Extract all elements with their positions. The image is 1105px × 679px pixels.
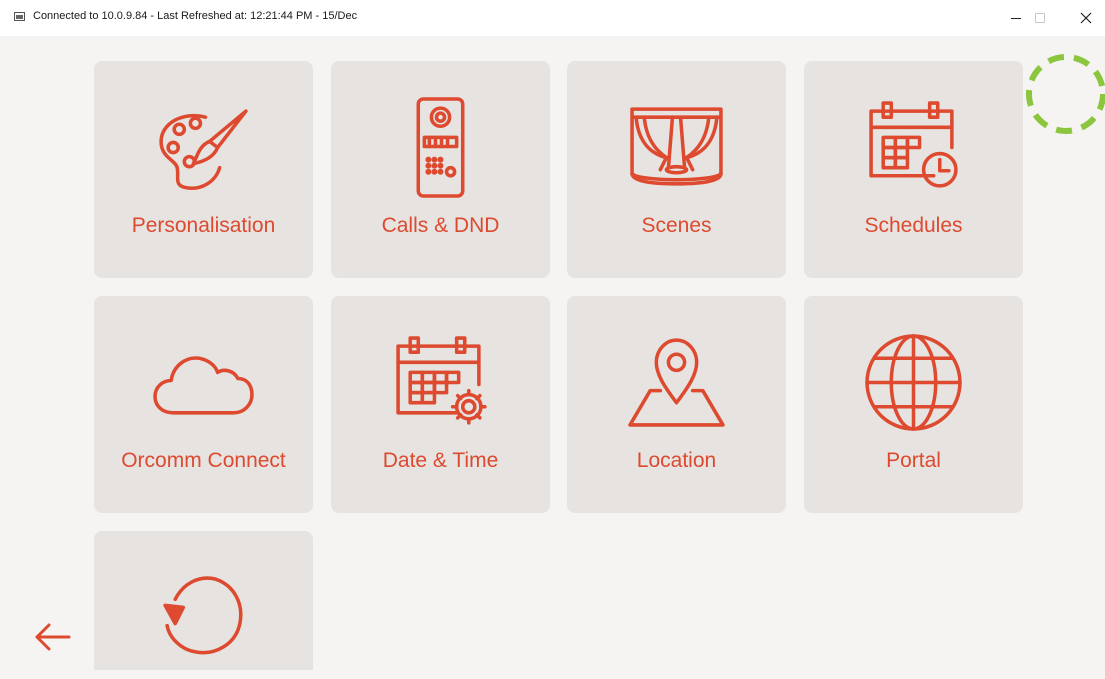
title-bar: Connected to 10.0.9.84 - Last Refreshed … bbox=[0, 0, 1105, 36]
tile-label: Personalisation bbox=[131, 214, 276, 237]
orcomm-connect-tile[interactable]: Orcomm Connect bbox=[94, 296, 313, 513]
calls-dnd-tile[interactable]: Calls & DND bbox=[331, 61, 550, 278]
intercom-icon bbox=[416, 97, 465, 198]
arrow-left-icon[interactable] bbox=[33, 620, 73, 654]
map-pin-icon bbox=[628, 338, 725, 427]
calendar-gear-icon bbox=[396, 336, 487, 425]
cloud-icon bbox=[153, 356, 254, 415]
close-button[interactable] bbox=[1063, 0, 1105, 36]
reset-icon bbox=[163, 576, 243, 655]
tile-label: Schedules bbox=[864, 214, 963, 237]
reset-tile[interactable] bbox=[94, 531, 313, 670]
tile-label: Calls & DND bbox=[381, 214, 500, 237]
close-icon bbox=[1080, 12, 1092, 24]
portal-tile[interactable]: Portal bbox=[804, 296, 1023, 513]
tile-label: Date & Time bbox=[382, 449, 499, 472]
date-time-tile[interactable]: Date & Time bbox=[331, 296, 550, 513]
location-tile[interactable]: Location bbox=[567, 296, 786, 513]
personalisation-tile[interactable]: Personalisation bbox=[94, 61, 313, 278]
calendar-clock-icon bbox=[869, 101, 958, 188]
tile-label: Orcomm Connect bbox=[121, 449, 286, 472]
maximize-icon bbox=[1035, 13, 1045, 23]
window-title: Connected to 10.0.9.84 - Last Refreshed … bbox=[33, 10, 358, 22]
maximize-button[interactable] bbox=[1017, 0, 1063, 36]
loading-spinner-icon bbox=[1026, 54, 1105, 134]
tile-label: Portal bbox=[886, 449, 941, 472]
globe-icon bbox=[865, 334, 962, 431]
tile-label: Scenes bbox=[641, 214, 712, 237]
scenes-tile[interactable]: Scenes bbox=[567, 61, 786, 278]
palette-icon bbox=[159, 109, 248, 190]
app-icon bbox=[14, 12, 25, 21]
stage-curtain-icon bbox=[630, 107, 723, 186]
schedules-tile[interactable]: Schedules bbox=[804, 61, 1023, 278]
tile-label: Location bbox=[636, 449, 717, 472]
